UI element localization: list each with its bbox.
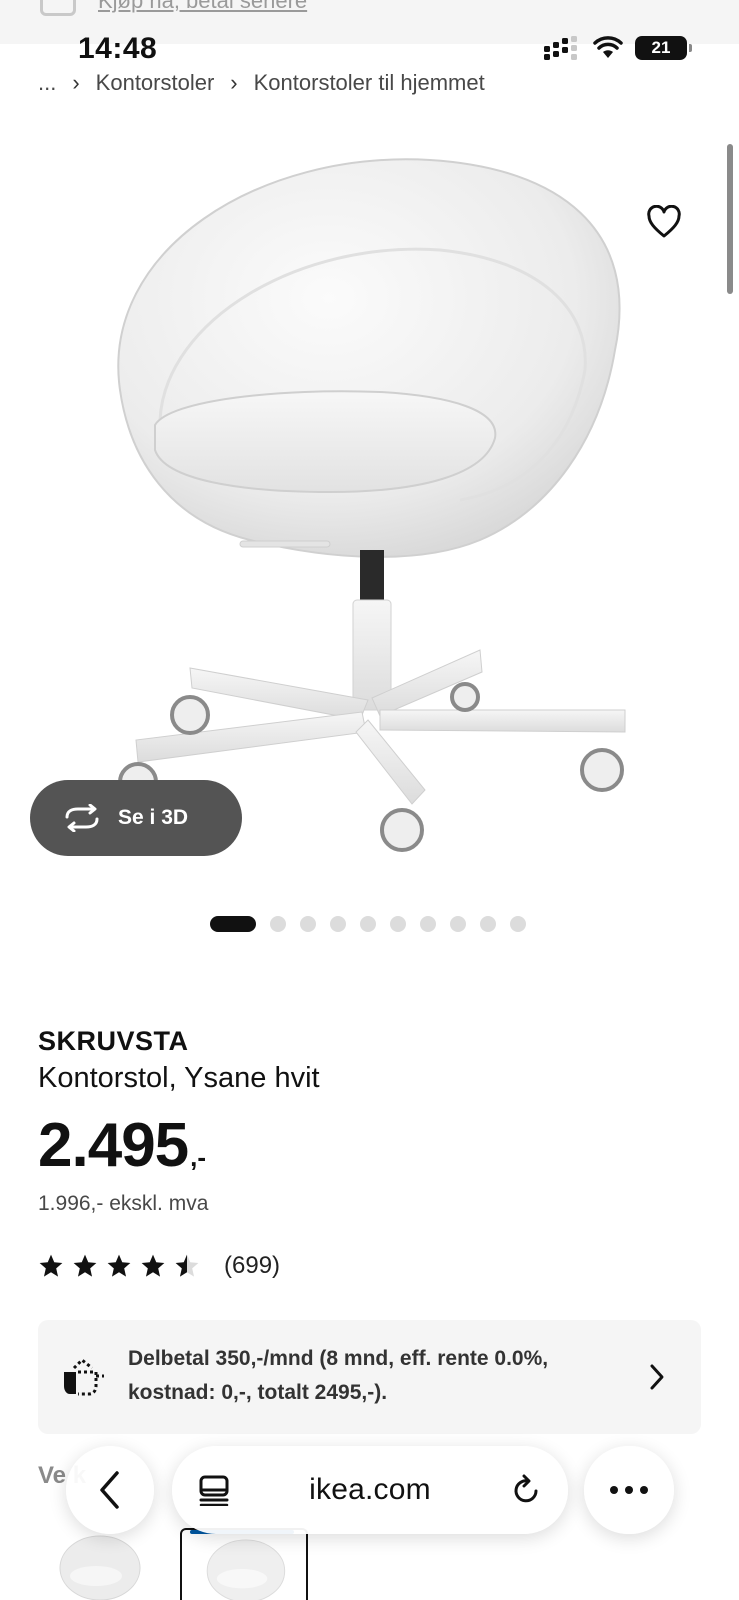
battery-indicator: 21 <box>635 36 692 60</box>
product-description: Kontorstol, Ysane hvit <box>38 1062 320 1094</box>
variant-thumbnail-selected[interactable] <box>180 1528 308 1600</box>
status-time: 14:48 <box>78 32 158 65</box>
financing-banner[interactable]: Delbetal 350,-/mnd (8 mnd, eff. rente 0.… <box>38 1320 701 1434</box>
wifi-icon <box>593 36 623 58</box>
carousel-dot[interactable] <box>270 916 286 932</box>
carousel-dot[interactable] <box>420 916 436 932</box>
star-icon <box>39 1254 63 1277</box>
breadcrumb: ... › Kontorstoler › Kontorstoler til hj… <box>38 70 485 96</box>
breadcrumb-kontorstoler-hjemmet[interactable]: Kontorstoler til hjemmet <box>254 70 485 96</box>
star-icon <box>141 1254 165 1277</box>
reload-icon[interactable] <box>510 1474 542 1506</box>
product-name: SKRUVSTA <box>38 1026 189 1056</box>
carousel-dot[interactable] <box>390 916 406 932</box>
star-icon <box>73 1254 97 1277</box>
more-dots-icon <box>610 1486 648 1494</box>
image-carousel-dots <box>210 916 526 932</box>
product-image[interactable] <box>0 120 739 890</box>
chevron-right-icon: › <box>72 70 80 95</box>
price-amount: 2.495 <box>38 1111 189 1180</box>
financing-text: Delbetal 350,-/mnd (8 mnd, eff. rente 0.… <box>128 1347 549 1404</box>
product-rating[interactable]: (699) <box>38 1252 280 1280</box>
rotate-3d-icon <box>65 804 99 832</box>
carousel-dot[interactable] <box>480 916 496 932</box>
bag-icon <box>40 0 76 16</box>
product-price: 2.495 ,- <box>38 1110 206 1181</box>
cellular-signal-icon <box>544 36 577 60</box>
variant-thumbnail[interactable] <box>38 1528 156 1600</box>
breadcrumb-ellipsis[interactable]: ... <box>38 70 56 96</box>
carousel-dot[interactable] <box>510 916 526 932</box>
heart-icon <box>647 205 681 238</box>
installment-payment-icon <box>64 1357 104 1396</box>
view-in-3d-button[interactable]: Se i 3D <box>30 780 242 856</box>
favorite-button[interactable] <box>642 200 686 244</box>
url-text[interactable]: ikea.com <box>309 1473 431 1507</box>
carousel-dot[interactable] <box>300 916 316 932</box>
star-half-icon <box>175 1254 199 1277</box>
rating-stars <box>38 1253 200 1279</box>
carousel-dot[interactable] <box>360 916 376 932</box>
carousel-dot[interactable] <box>450 916 466 932</box>
chevron-left-icon <box>100 1471 119 1509</box>
top-banner-text[interactable]: Kjøp nå, betal senere <box>98 0 307 14</box>
star-icon <box>107 1254 131 1277</box>
browser-back-button[interactable] <box>66 1446 154 1534</box>
page-scrollbar[interactable] <box>727 144 733 294</box>
status-icons: 21 <box>543 36 692 60</box>
price-excl-vat: 1.996,- ekskl. mva <box>38 1192 209 1215</box>
chevron-right-icon: › <box>230 70 238 95</box>
rating-count: (699) <box>224 1252 281 1279</box>
carousel-dot[interactable] <box>330 916 346 932</box>
price-suffix: ,- <box>190 1142 207 1172</box>
tab-overview-icon[interactable] <box>198 1474 230 1506</box>
carousel-dot[interactable] <box>210 916 256 932</box>
breadcrumb-kontorstoler[interactable]: Kontorstoler <box>96 70 215 96</box>
address-bar[interactable]: ikea.com <box>172 1446 568 1534</box>
chevron-right-icon <box>650 1364 664 1390</box>
browser-more-button[interactable] <box>584 1446 674 1534</box>
view-in-3d-label: Se i 3D <box>118 806 189 829</box>
